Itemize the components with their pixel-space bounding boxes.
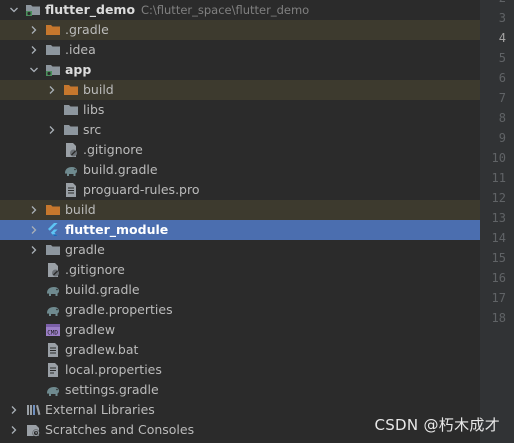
tree-node[interactable]: app (0, 60, 480, 80)
tree-node[interactable]: CMD gradlew (0, 320, 480, 340)
tree-node-label: .idea (65, 42, 96, 57)
gitignore-file-icon (63, 142, 79, 158)
tree-node-label: gradlew.bat (65, 342, 139, 357)
chevron-right-icon[interactable] (28, 220, 40, 240)
tree-node[interactable]: .gitignore (0, 140, 480, 160)
line-number: 3 (498, 11, 506, 25)
tree-node[interactable]: libs (0, 100, 480, 120)
chevron-right-icon[interactable] (46, 80, 58, 100)
properties-file-icon (45, 362, 61, 378)
tree-node[interactable]: local.properties (0, 360, 480, 380)
tree-node-label: libs (83, 102, 105, 117)
tree-node-label: build.gradle (83, 162, 158, 177)
line-number: 13 (491, 211, 506, 225)
chevron-right-icon[interactable] (28, 200, 40, 220)
tree-node-label: build (65, 202, 96, 217)
gradle-elephant-icon (45, 282, 61, 298)
tree-node[interactable]: .gitignore (0, 260, 480, 280)
tree-node-label: gradle.properties (65, 302, 173, 317)
folder-icon (63, 122, 79, 138)
tree-node[interactable]: build.gradle (0, 160, 480, 180)
line-number: 17 (491, 291, 506, 305)
text-file-icon (63, 182, 79, 198)
line-number: 7 (498, 91, 506, 105)
tree-node-label: app (65, 62, 92, 77)
tree-node[interactable]: .gradle (0, 20, 480, 40)
tree-node[interactable]: proguard-rules.pro (0, 180, 480, 200)
tree-node[interactable]: .idea (0, 40, 480, 60)
tree-node-label: .gradle (65, 22, 109, 37)
text-file-icon (45, 342, 61, 358)
tree-node[interactable]: build (0, 200, 480, 220)
chevron-right-icon[interactable] (28, 40, 40, 60)
line-number: 2 (476, 0, 506, 8)
line-number: 15 (491, 251, 506, 265)
tree-node[interactable]: gradlew.bat (0, 340, 480, 360)
line-number: 16 (491, 271, 506, 285)
line-number: 9 (498, 131, 506, 145)
shell-script-icon: CMD (45, 322, 61, 338)
tree-node-label: gradle (65, 242, 105, 257)
line-number: 4 (498, 31, 506, 45)
tree-node-label: proguard-rules.pro (83, 182, 200, 197)
gitignore-file-icon (45, 262, 61, 278)
folder-orange-icon (45, 202, 61, 218)
line-number: 6 (498, 71, 506, 85)
tree-node-label: Scratches and Consoles (45, 422, 195, 437)
tree-node-label: local.properties (65, 362, 162, 377)
tree-node[interactable]: flutter_module (0, 220, 480, 240)
line-number: 18 (491, 311, 506, 325)
tree-node[interactable]: build (0, 80, 480, 100)
line-number: 8 (498, 111, 506, 125)
folder-icon (63, 102, 79, 118)
chevron-right-icon[interactable] (46, 120, 58, 140)
svg-text:CMD: CMD (47, 330, 58, 337)
line-number: 11 (491, 171, 506, 185)
flutter-icon (45, 222, 61, 238)
tree-node-label: flutter_module (65, 222, 169, 237)
chevron-right-icon[interactable] (8, 420, 20, 440)
line-number: 10 (491, 151, 506, 165)
line-number: 5 (498, 51, 506, 65)
tree-node-label: .gitignore (65, 262, 125, 277)
tree-node[interactable]: settings.gradle (0, 380, 480, 400)
chevron-right-icon[interactable] (28, 20, 40, 40)
module-folder-icon (45, 62, 61, 78)
line-number: 14 (491, 231, 506, 245)
folder-icon (45, 242, 61, 258)
tree-node[interactable]: src (0, 120, 480, 140)
chevron-right-icon[interactable] (8, 400, 20, 420)
folder-icon (45, 42, 61, 58)
gradle-elephant-icon (45, 302, 61, 318)
tree-node[interactable]: flutter_demo C:\flutter_space\flutter_dem… (0, 0, 480, 20)
chevron-down-icon[interactable] (28, 60, 40, 80)
tree-node-label: flutter_demo (45, 2, 136, 17)
tree-node-label: build.gradle (65, 282, 140, 297)
project-path: C:\flutter_space\flutter_demo (141, 3, 310, 17)
tree-node[interactable]: gradle.properties (0, 300, 480, 320)
gradle-elephant-icon (63, 162, 79, 178)
project-tree[interactable]: flutter_demo C:\flutter_space\flutter_dem… (0, 0, 480, 443)
line-number: 12 (491, 191, 506, 205)
tree-node-label: settings.gradle (65, 382, 159, 397)
tree-node[interactable]: gradle (0, 240, 480, 260)
module-folder-icon (25, 2, 41, 18)
watermark: CSDN @朽木成才 (374, 416, 500, 434)
tree-node-label: .gitignore (83, 142, 143, 157)
folder-orange-icon (63, 82, 79, 98)
libraries-icon (25, 402, 41, 418)
scratches-icon (25, 422, 41, 438)
tree-node-label: build (83, 82, 114, 97)
folder-orange-icon (45, 22, 61, 38)
chevron-down-icon[interactable] (8, 0, 20, 20)
gradle-elephant-icon (45, 382, 61, 398)
tree-node-label: src (83, 122, 102, 137)
tree-node-label: gradlew (65, 322, 116, 337)
tree-node[interactable]: build.gradle (0, 280, 480, 300)
chevron-right-icon[interactable] (28, 240, 40, 260)
tree-node-label: External Libraries (45, 402, 155, 417)
line-number-gutter: 23456789101112131415161718 (480, 0, 514, 443)
